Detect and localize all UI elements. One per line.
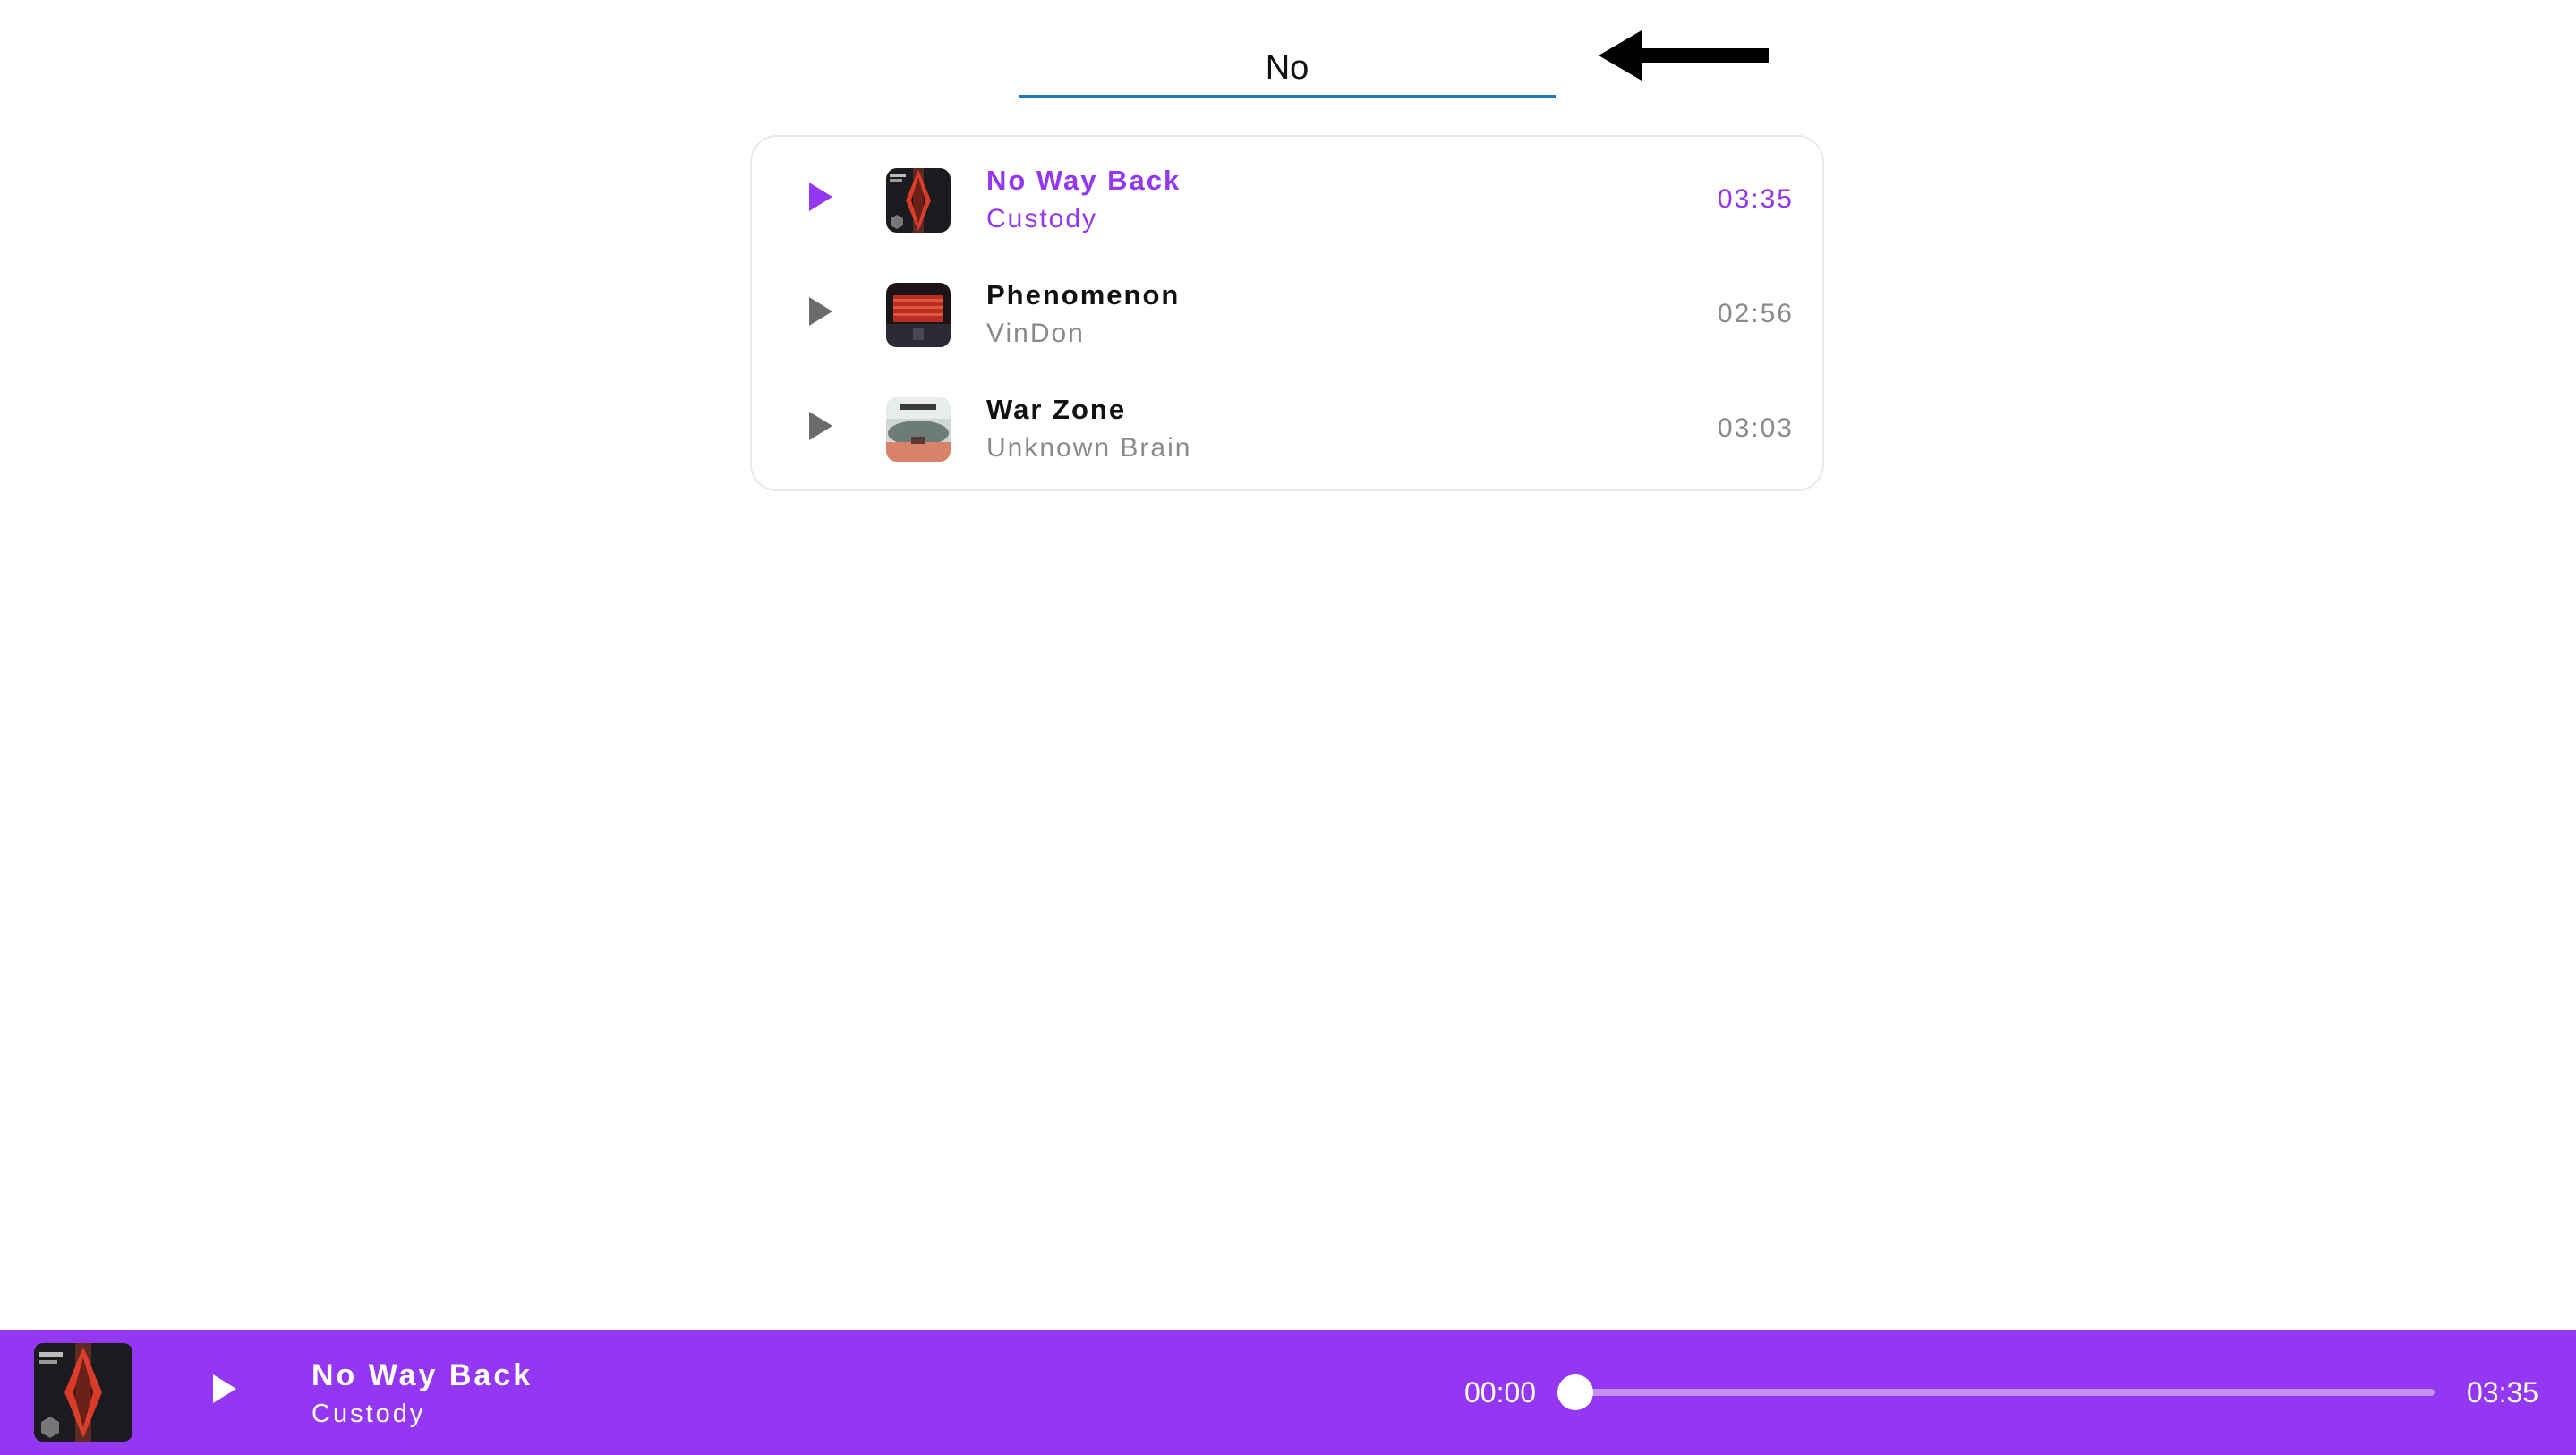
- track-row[interactable]: No Way Back Custody 03:35: [752, 140, 1822, 254]
- track-duration: 02:56: [1717, 299, 1794, 328]
- track-artist: Custody: [986, 204, 1098, 234]
- play-icon[interactable]: [802, 177, 838, 217]
- track-row[interactable]: Phenomenon VinDon 02:56: [752, 254, 1822, 369]
- now-playing-title: No Way Back: [311, 1358, 533, 1392]
- player-bar: No Way Back Custody 00:00 03:35: [0, 1330, 2576, 1455]
- album-art: [886, 283, 951, 347]
- track-row[interactable]: War Zone Unknown Brain 03:03: [752, 369, 1822, 483]
- track-title: Phenomenon: [986, 279, 1181, 311]
- seek-slider[interactable]: [1557, 1374, 2435, 1410]
- play-icon[interactable]: [802, 406, 838, 446]
- total-time: 03:35: [2467, 1376, 2539, 1408]
- current-time: 00:00: [1464, 1376, 1537, 1408]
- track-artist: Unknown Brain: [986, 433, 1192, 463]
- search-field[interactable]: [1019, 34, 1556, 98]
- track-duration: 03:03: [1717, 413, 1794, 443]
- left-arrow-icon: [1599, 30, 1769, 81]
- track-title: No Way Back: [986, 165, 1181, 196]
- now-playing-album-art: [34, 1343, 132, 1442]
- track-artist: VinDon: [986, 319, 1085, 348]
- album-art: [886, 168, 951, 233]
- album-art: [886, 397, 951, 462]
- search-input[interactable]: [1019, 34, 1556, 95]
- play-icon[interactable]: [802, 292, 838, 331]
- now-playing-artist: Custody: [311, 1400, 426, 1428]
- track-list: No Way Back Custody 03:35 Phenomenon Vin…: [750, 135, 1824, 491]
- track-duration: 03:35: [1717, 184, 1794, 214]
- track-title: War Zone: [986, 394, 1127, 425]
- music-app: No Way Back Custody 03:35 Phenomenon: [0, 0, 2576, 1455]
- seek-handle[interactable]: [1557, 1374, 1593, 1410]
- play-button[interactable]: [209, 1371, 240, 1407]
